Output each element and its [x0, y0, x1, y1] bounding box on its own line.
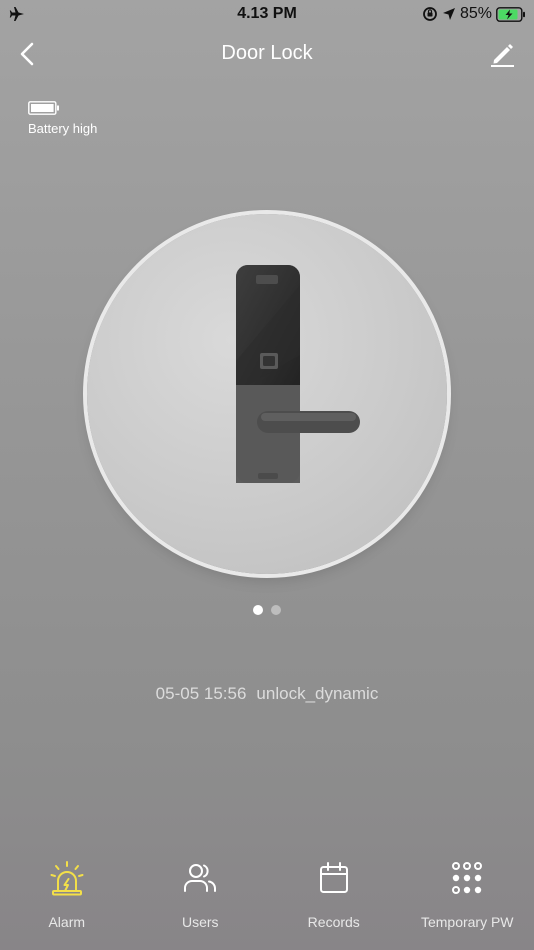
battery-label: Battery high — [28, 121, 98, 136]
tab-users[interactable]: Users — [134, 840, 268, 950]
bottom-tab-bar: Alarm Users Records Temporary PW — [0, 840, 534, 950]
last-record: 05-05 15:56 unlock_dynamic — [0, 684, 534, 704]
orientation-lock-icon — [423, 7, 437, 21]
tab-users-label: Users — [181, 914, 219, 930]
keypad-icon — [452, 862, 483, 894]
lock-image-button[interactable] — [87, 214, 447, 574]
page-indicator — [0, 605, 534, 615]
page-dot[interactable] — [271, 605, 281, 615]
calendar-icon — [319, 862, 348, 893]
lock-handle-icon — [257, 411, 360, 433]
back-chevron-icon[interactable] — [14, 40, 42, 68]
tab-alarm[interactable]: Alarm — [0, 840, 134, 950]
last-record-event: unlock_dynamic — [256, 684, 379, 703]
tab-records-label: Records — [307, 914, 360, 930]
edit-pencil-icon[interactable] — [488, 40, 516, 68]
tab-temporary-pw-label: Temporary PW — [420, 914, 514, 930]
alarm-siren-icon — [50, 861, 84, 896]
status-right: 85% — [422, 5, 526, 23]
lock-battery-status: Battery high — [28, 101, 97, 136]
tab-temporary-pw[interactable]: Temporary PW — [401, 840, 534, 950]
battery-icon — [28, 101, 59, 115]
location-arrow-icon — [442, 8, 455, 20]
users-icon — [184, 864, 217, 892]
battery-percent: 85% — [459, 5, 492, 22]
page-title: Door Lock — [221, 42, 313, 64]
door-lock-icon — [236, 265, 300, 483]
status-bar: 4.13 PM 85% — [0, 0, 534, 28]
nav-bar: Door Lock — [0, 30, 534, 78]
tab-records[interactable]: Records — [267, 840, 401, 950]
tab-alarm-label: Alarm — [48, 914, 86, 930]
battery-charging-icon — [496, 6, 525, 22]
last-record-timestamp: 05-05 15:56 — [155, 684, 247, 703]
page-dot-active[interactable] — [253, 605, 263, 615]
